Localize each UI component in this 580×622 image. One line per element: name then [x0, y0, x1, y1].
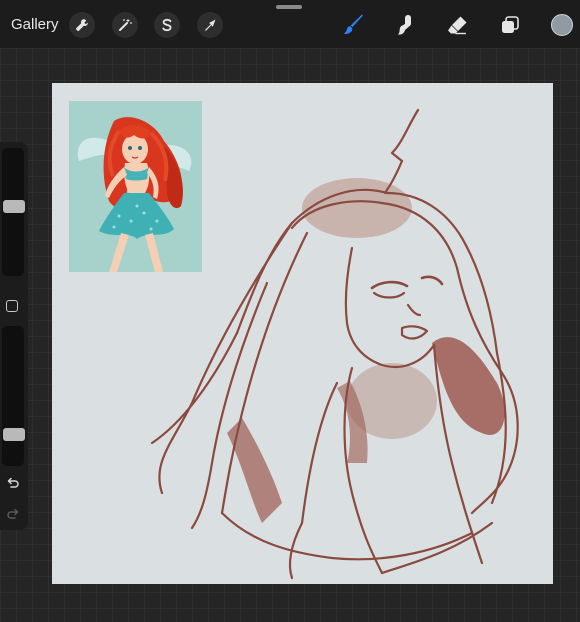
- brush-icon: [343, 14, 363, 34]
- brush-size-slider[interactable]: [2, 148, 25, 276]
- gallery-button[interactable]: Gallery: [11, 16, 59, 34]
- reference-image[interactable]: [69, 101, 202, 272]
- left-sidebar: [0, 142, 28, 530]
- top-toolbar: Gallery: [0, 0, 580, 48]
- redo-button[interactable]: [4, 506, 22, 524]
- fairy-character-illustration: [77, 117, 192, 272]
- actions-button[interactable]: [69, 12, 95, 38]
- layers-tool-button[interactable]: [496, 11, 524, 39]
- wrench-icon: [76, 19, 88, 31]
- eraser-tool-button[interactable]: [444, 11, 472, 39]
- color-picker-swatch[interactable]: [551, 14, 573, 36]
- eraser-icon: [448, 16, 467, 35]
- transform-button[interactable]: [197, 12, 223, 38]
- magic-wand-icon: [119, 18, 132, 31]
- brush-tool-button[interactable]: [340, 11, 368, 39]
- layers-icon: [502, 16, 519, 33]
- opacity-slider[interactable]: [2, 326, 25, 466]
- selection-button[interactable]: [154, 12, 180, 38]
- smudge-icon: [398, 15, 411, 35]
- arrow-cursor-icon: [205, 19, 216, 31]
- selection-s-icon: [162, 18, 172, 32]
- smudge-tool-button[interactable]: [392, 11, 420, 39]
- redo-icon: [7, 508, 19, 519]
- modify-button[interactable]: [6, 300, 18, 312]
- adjustments-button[interactable]: [112, 12, 138, 38]
- brush-size-thumb[interactable]: [3, 200, 25, 213]
- opacity-thumb[interactable]: [3, 428, 25, 441]
- undo-button[interactable]: [4, 475, 22, 493]
- undo-icon: [7, 477, 19, 488]
- drag-handle[interactable]: [276, 5, 302, 9]
